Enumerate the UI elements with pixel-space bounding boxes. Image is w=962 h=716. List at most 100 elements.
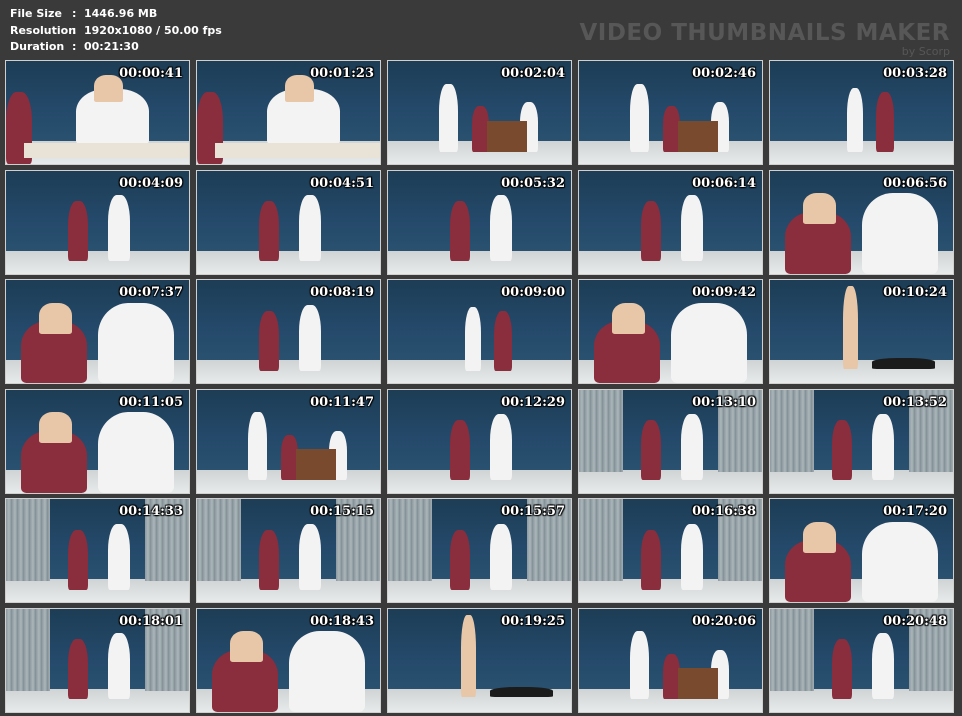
scene-figure bbox=[68, 639, 89, 700]
scene-floor bbox=[388, 250, 571, 274]
scene-curtain bbox=[770, 389, 814, 472]
scene-curtain bbox=[579, 499, 623, 582]
thumbnail-timestamp: 00:20:06 bbox=[692, 613, 756, 629]
scene-figure bbox=[97, 302, 175, 383]
thumbnail-frame: 00:07:37 bbox=[5, 279, 190, 384]
scene-floor bbox=[6, 579, 189, 602]
scene-floor bbox=[579, 579, 762, 602]
thumbnail-frame: 00:20:48 bbox=[769, 607, 954, 713]
scene-figure bbox=[641, 420, 662, 481]
thumbnail-frame: 00:01:23 bbox=[196, 60, 381, 165]
thumbnail-timestamp: 00:06:56 bbox=[883, 175, 947, 191]
file-size-value: 1446.96 MB bbox=[84, 7, 158, 20]
watermark-credit: by Scorp bbox=[901, 45, 950, 58]
thumbnail-timestamp: 00:13:10 bbox=[692, 394, 756, 410]
thumbnail-timestamp: 00:11:47 bbox=[310, 394, 374, 410]
resolution-value: 1920x1080 / 50.00 fps bbox=[84, 23, 222, 37]
scene-curtain bbox=[6, 499, 50, 582]
scene-floor bbox=[388, 469, 571, 493]
thumbnail-timestamp: 00:12:29 bbox=[501, 394, 565, 410]
scene-figure bbox=[450, 420, 471, 481]
thumbnail-timestamp: 00:17:20 bbox=[883, 504, 947, 519]
scene-floor bbox=[770, 469, 953, 493]
thumbnail-frame: 00:06:56 bbox=[769, 169, 954, 275]
scene-desk bbox=[486, 120, 528, 152]
thumbnail-frame: 00:13:52 bbox=[769, 388, 954, 494]
thumbnail-timestamp: 00:04:09 bbox=[119, 175, 183, 191]
scene-desk bbox=[24, 143, 189, 158]
scene-figure bbox=[861, 193, 939, 274]
thumbnail-timestamp: 00:14:33 bbox=[119, 504, 183, 519]
thumbnail-frame: 00:14:33 bbox=[5, 498, 190, 603]
scene-floor bbox=[388, 579, 571, 602]
thumbnail-timestamp: 00:10:24 bbox=[883, 285, 947, 300]
scene-figure bbox=[450, 529, 471, 590]
scene-figure bbox=[681, 414, 704, 481]
thumbnail-frame: 00:02:46 bbox=[578, 60, 763, 165]
separator: : bbox=[72, 40, 77, 53]
thumbnail-timestamp: 00:19:25 bbox=[501, 613, 565, 629]
separator: : bbox=[72, 7, 77, 20]
scene-figure bbox=[229, 631, 263, 663]
scene-desk bbox=[677, 120, 719, 152]
thumbnail-frame: 00:13:10 bbox=[578, 388, 763, 494]
scene-figure bbox=[681, 523, 704, 590]
scene-figure bbox=[288, 631, 366, 712]
thumbnail-frame: 00:02:04 bbox=[387, 60, 572, 165]
thumbnail-timestamp: 00:02:04 bbox=[501, 66, 565, 81]
thumbnail-frame: 00:08:19 bbox=[196, 279, 381, 384]
scene-floor bbox=[197, 360, 380, 383]
scene-figure bbox=[108, 523, 131, 590]
scene-desk bbox=[215, 143, 380, 158]
thumbnail-timestamp: 00:02:46 bbox=[692, 66, 756, 81]
scene-figure bbox=[611, 302, 645, 334]
thumbnail-frame: 00:18:43 bbox=[196, 607, 381, 713]
scene-figure bbox=[97, 412, 175, 493]
scene-figure bbox=[630, 83, 649, 152]
thumbnail-frame: 00:16:38 bbox=[578, 498, 763, 603]
thumbnail-timestamp: 00:16:38 bbox=[692, 504, 756, 519]
scene-figure bbox=[802, 521, 836, 553]
thumbnail-timestamp: 00:09:42 bbox=[692, 285, 756, 300]
scene-desk bbox=[295, 449, 337, 481]
thumbnail-frame: 00:10:24 bbox=[769, 279, 954, 384]
scene-figure bbox=[461, 614, 476, 698]
thumbnail-frame: 00:09:42 bbox=[578, 279, 763, 384]
scene-figure bbox=[68, 529, 89, 590]
scene-figure bbox=[490, 686, 553, 698]
scene-figure bbox=[108, 195, 131, 262]
scene-figure bbox=[861, 521, 939, 602]
thumbnail-timestamp: 00:01:23 bbox=[310, 66, 374, 81]
thumbnail-frame: 00:15:57 bbox=[387, 498, 572, 603]
scene-figure bbox=[299, 523, 322, 590]
thumbnail-timestamp: 00:09:00 bbox=[501, 285, 565, 300]
thumbnail-grid: 00:00:41 00:01:23 00:02:04 00:02:46 00:03:28… bbox=[5, 60, 960, 714]
thumbnail-frame: 00:00:41 bbox=[5, 60, 190, 165]
watermark-logo: VIDEO THUMBNAILS MAKER bbox=[579, 20, 950, 46]
thumbnail-frame: 00:04:09 bbox=[5, 169, 190, 275]
scene-figure bbox=[670, 302, 748, 383]
scene-figure bbox=[846, 87, 864, 152]
scene-figure bbox=[299, 195, 322, 262]
file-size-row: File Size : 1446.96 MB bbox=[10, 6, 222, 23]
scene-figure bbox=[38, 412, 72, 444]
duration-label: Duration bbox=[10, 40, 65, 53]
scene-floor bbox=[197, 579, 380, 602]
scene-figure bbox=[681, 195, 704, 262]
scene-figure bbox=[872, 358, 935, 369]
scene-figure bbox=[641, 529, 662, 590]
thumbnail-timestamp: 00:08:19 bbox=[310, 285, 374, 300]
scene-floor bbox=[770, 688, 953, 712]
thumbnail-timestamp: 00:18:43 bbox=[310, 613, 374, 629]
thumbnail-frame: 00:18:01 bbox=[5, 607, 190, 713]
thumbnail-frame: 00:17:20 bbox=[769, 498, 954, 603]
file-metadata: File Size : 1446.96 MB Resolution : 1920… bbox=[10, 6, 222, 56]
thumbnail-timestamp: 00:18:01 bbox=[119, 613, 183, 629]
scene-figure bbox=[843, 286, 858, 369]
thumbnail-timestamp: 00:03:28 bbox=[883, 66, 947, 81]
duration-value: 00:21:30 bbox=[84, 40, 139, 53]
thumbnail-timestamp: 00:13:52 bbox=[883, 394, 947, 410]
scene-floor bbox=[579, 469, 762, 493]
scene-figure bbox=[450, 201, 471, 262]
scene-floor bbox=[6, 250, 189, 274]
